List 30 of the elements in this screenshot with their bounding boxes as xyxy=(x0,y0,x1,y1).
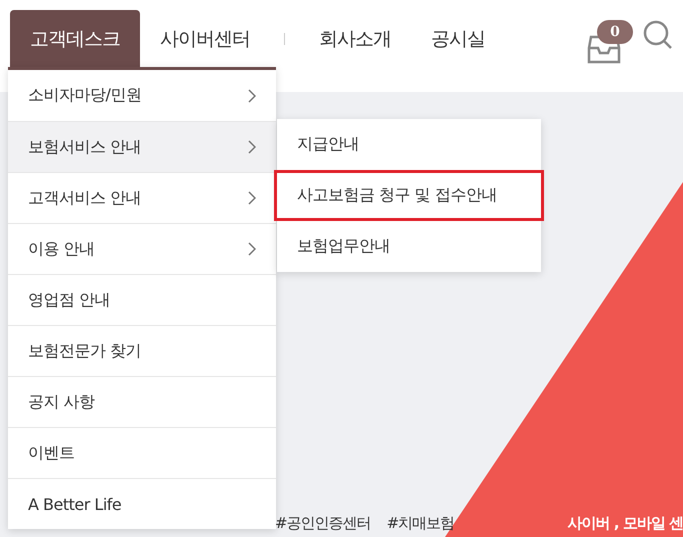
menu-item-label: 이용 안내 xyxy=(28,238,95,260)
menu-item-label: 공지 사항 xyxy=(28,392,95,412)
menu-item-label: 보험전문가 찾기 xyxy=(28,340,142,362)
hashtag-link[interactable]: #공인인증센터 xyxy=(275,514,371,533)
cart-count-badge: 0 xyxy=(597,20,633,44)
submenu-item[interactable]: 보험업무안내 xyxy=(274,221,544,272)
menu-item[interactable]: A Better Life xyxy=(8,478,276,529)
nav-tab[interactable]: 고객데스크 xyxy=(10,10,140,67)
menu-item[interactable]: 고객서비스 안내 xyxy=(8,172,276,223)
hashtag-link[interactable]: #치매보험 xyxy=(386,514,454,533)
banner-caption: 사이버 , 모바일 센 xyxy=(568,514,683,533)
search-icon[interactable] xyxy=(643,20,673,50)
menu-item-label: 소비자마당/민원 xyxy=(28,85,142,106)
submenu-item[interactable]: 사고보험금 청구 및 접수안내 xyxy=(274,170,544,221)
menu-item-label: 영업점 안내 xyxy=(28,290,110,310)
menu-item[interactable]: 소비자마당/민원 xyxy=(8,70,276,121)
menu-item-label: 고객서비스 안내 xyxy=(28,188,142,208)
menu-item[interactable]: 이벤트 xyxy=(8,427,276,478)
nav-tab[interactable]: 사이버센터 xyxy=(140,10,270,67)
nav-tab[interactable]: 공시실 xyxy=(411,10,505,67)
menu-item-label: A Better Life xyxy=(28,494,122,514)
menu-item[interactable]: 공지 사항 xyxy=(8,376,276,427)
menu-item[interactable]: 이용 안내 xyxy=(8,223,276,274)
menu-item[interactable]: 보험서비스 안내 xyxy=(8,121,276,172)
submenu-item[interactable]: 지급안내 xyxy=(274,119,544,170)
menu-item[interactable]: 보험전문가 찾기 xyxy=(8,325,276,376)
nav-tab[interactable]: 회사소개 xyxy=(299,10,411,67)
menu-item[interactable]: 영업점 안내 xyxy=(8,274,276,325)
menu-item-label: 보험서비스 안내 xyxy=(28,136,142,158)
menu-item-label: 이벤트 xyxy=(28,442,74,464)
